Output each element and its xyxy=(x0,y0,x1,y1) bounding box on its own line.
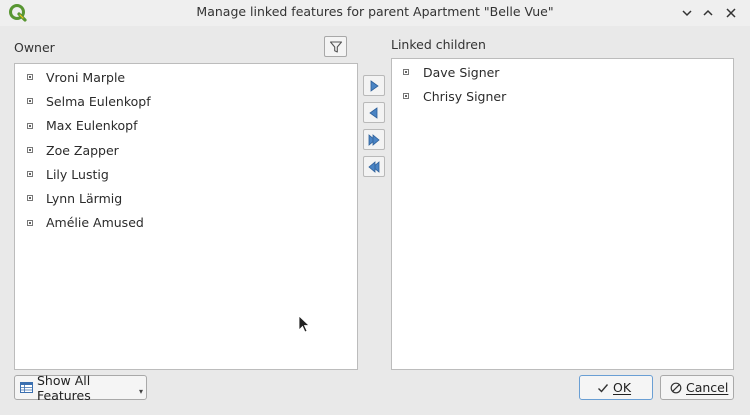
list-item-label: Selma Eulenkopf xyxy=(46,93,151,109)
double-arrow-left-icon xyxy=(368,160,380,173)
bullet-icon xyxy=(27,74,33,80)
ok-button[interactable]: OK xyxy=(579,375,653,400)
bullet-icon xyxy=(27,219,33,226)
list-item[interactable]: Dave Signer xyxy=(392,60,733,84)
list-item[interactable]: Lynn Lärmig xyxy=(15,186,357,210)
checkmark-icon xyxy=(597,382,609,394)
cancel-button[interactable]: Cancel xyxy=(660,375,734,400)
add-selected-button[interactable] xyxy=(363,75,385,96)
close-button[interactable] xyxy=(720,2,742,24)
linked-children-label: Linked children xyxy=(391,37,486,52)
list-item-label: Amélie Amused xyxy=(46,215,144,231)
list-item-label: Lynn Lärmig xyxy=(46,191,123,207)
bullet-icon xyxy=(27,122,33,129)
list-item[interactable]: Max Eulenkopf xyxy=(15,114,357,138)
ok-label: OK xyxy=(613,380,632,395)
dropdown-arrow-icon: ▾ xyxy=(138,387,143,396)
remove-selected-button[interactable] xyxy=(363,102,385,123)
bullet-icon xyxy=(27,98,33,105)
cancel-label: Cancel xyxy=(686,380,729,395)
list-item-label: Zoe Zapper xyxy=(46,142,119,158)
table-icon xyxy=(20,381,33,394)
arrow-left-icon xyxy=(369,106,378,119)
bullet-icon xyxy=(27,195,33,202)
owner-label: Owner xyxy=(14,40,55,55)
arrow-right-icon xyxy=(370,79,379,92)
remove-all-button[interactable] xyxy=(363,156,385,177)
list-item[interactable]: Zoe Zapper xyxy=(15,138,357,162)
maximize-button[interactable] xyxy=(697,2,719,24)
double-arrow-right-icon xyxy=(368,133,380,146)
list-item-label: Max Eulenkopf xyxy=(46,118,138,134)
minimize-button[interactable] xyxy=(676,2,698,24)
list-item[interactable]: Amélie Amused xyxy=(15,211,357,235)
close-icon xyxy=(726,8,736,18)
linked-children-list[interactable]: Dave Signer Chrisy Signer xyxy=(391,58,734,370)
show-all-features-button[interactable]: Show All Features ▾ xyxy=(14,372,147,403)
bullet-icon xyxy=(27,146,33,153)
window-title: Manage linked features for parent Apartm… xyxy=(196,4,554,19)
bullet-icon xyxy=(403,93,409,100)
list-item-label: Dave Signer xyxy=(423,64,500,80)
chevron-down-icon xyxy=(682,10,692,17)
cancel-icon xyxy=(670,382,682,394)
title-bar: Manage linked features for parent Apartm… xyxy=(0,0,750,26)
list-item-label: Vroni Marple xyxy=(46,69,126,85)
bullet-icon xyxy=(27,171,33,178)
list-item[interactable]: Vroni Marple xyxy=(15,65,357,89)
add-all-button[interactable] xyxy=(363,129,385,150)
show-all-features-label: Show All Features xyxy=(37,372,91,403)
chevron-up-icon xyxy=(703,9,713,16)
list-item[interactable]: Lily Lustig xyxy=(15,162,357,186)
list-item[interactable]: Chrisy Signer xyxy=(392,84,733,108)
list-item[interactable]: Selma Eulenkopf xyxy=(15,89,357,113)
funnel-icon xyxy=(329,40,342,53)
list-item-label: Lily Lustig xyxy=(46,166,109,182)
bullet-icon xyxy=(403,69,409,75)
list-item-label: Chrisy Signer xyxy=(423,88,507,104)
mouse-cursor-icon xyxy=(298,315,310,333)
filter-button[interactable] xyxy=(324,36,347,57)
